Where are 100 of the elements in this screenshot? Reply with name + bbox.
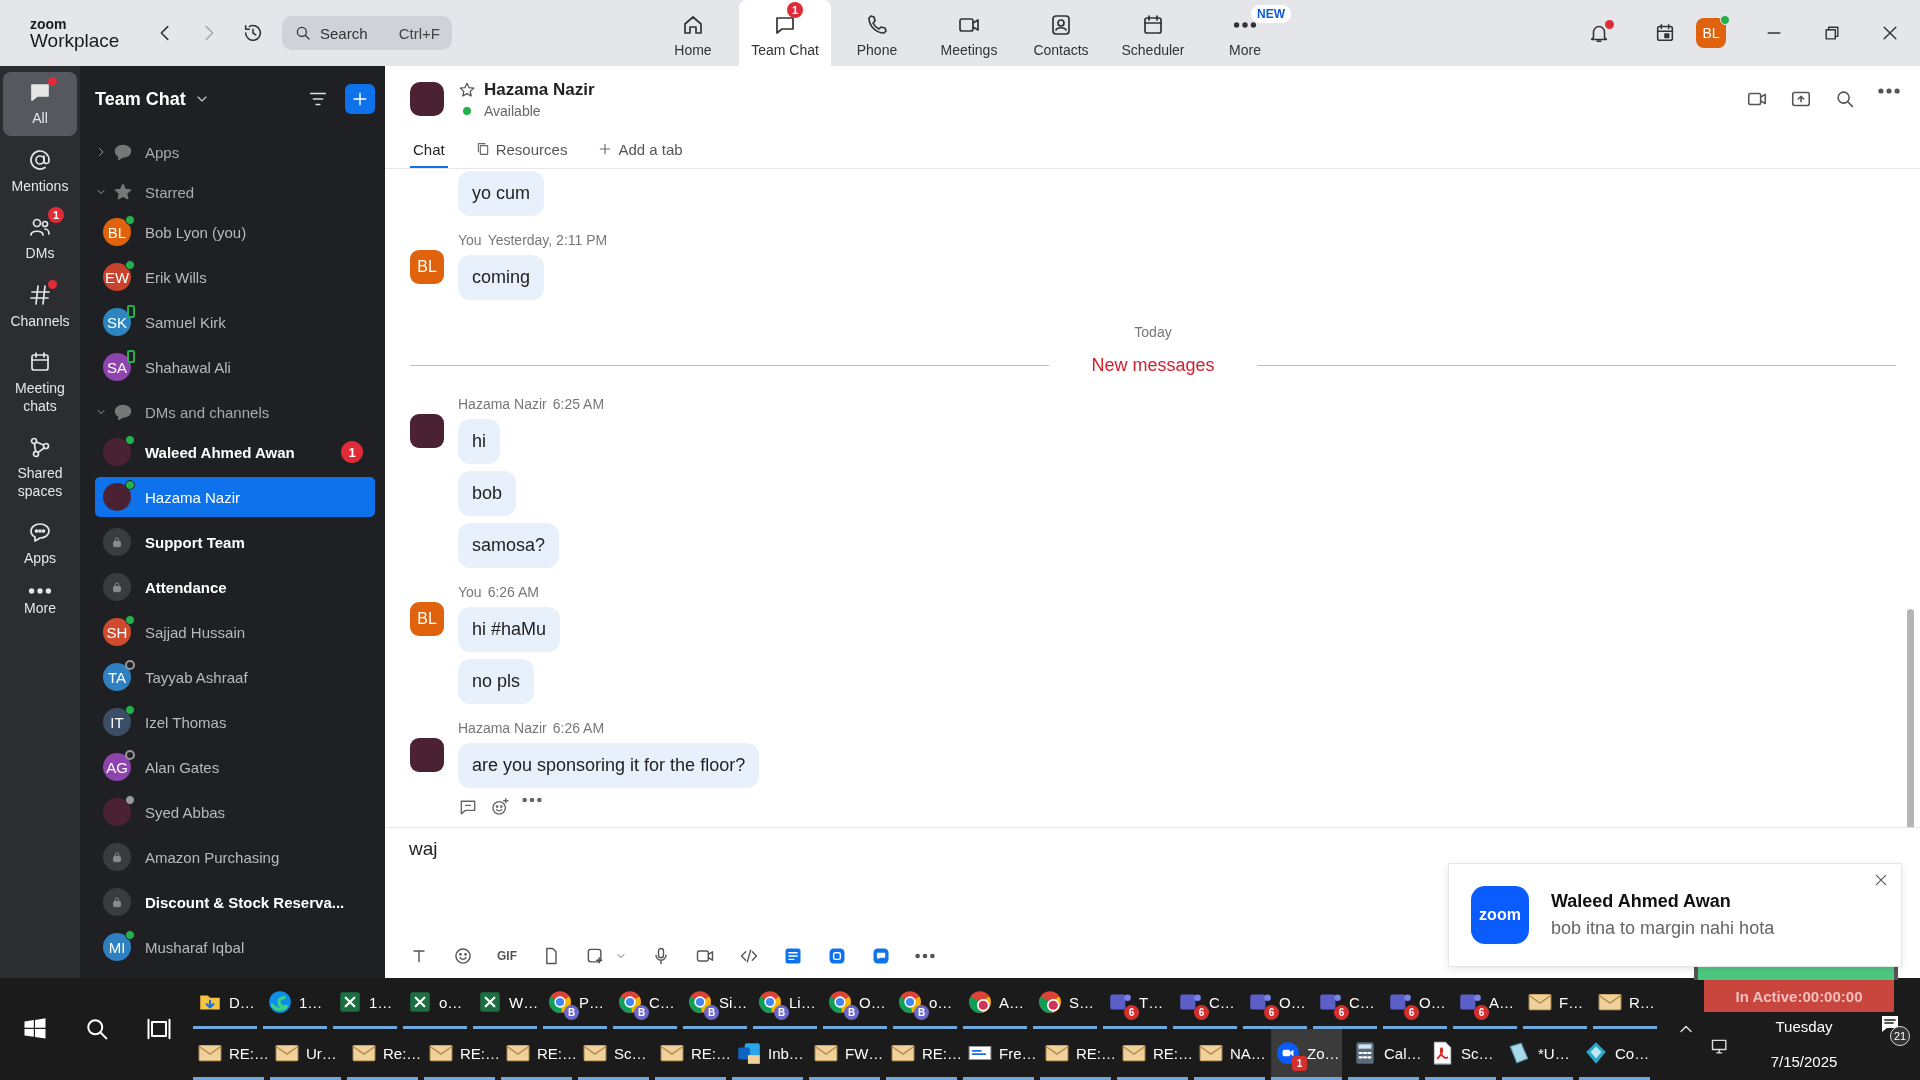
reply-icon[interactable]: [458, 797, 478, 817]
restore-icon[interactable]: [1822, 23, 1842, 43]
taskbar-app[interactable]: Fre…: [963, 1029, 1034, 1080]
search-field[interactable]: Search Ctrl+F: [282, 16, 452, 50]
nav-tab[interactable]: NEW More: [1199, 0, 1291, 66]
code-icon[interactable]: [739, 946, 759, 966]
taskbar-app[interactable]: FW…: [809, 1029, 880, 1080]
message-time: 6:25 AM: [552, 396, 605, 412]
close-icon[interactable]: [1873, 872, 1889, 888]
history-icon[interactable]: [242, 22, 264, 44]
rail-item[interactable]: Mentions: [3, 139, 77, 203]
taskbar-app[interactable]: Inb…: [732, 1029, 803, 1080]
taskbar-app[interactable]: 1…: [333, 978, 397, 1029]
section-header[interactable]: DMs and channels: [95, 392, 375, 432]
conversation-item[interactable]: Discount & Stock Reserva...: [95, 882, 375, 922]
contact-name: Waleed Ahmed Awan: [145, 443, 295, 461]
add-reaction-icon[interactable]: [490, 797, 510, 817]
taskbar-app[interactable]: R…: [1593, 978, 1657, 1029]
taskbar-app[interactable]: F…: [1523, 978, 1587, 1029]
emoji-icon[interactable]: [453, 946, 473, 966]
message-time: 6:26 AM: [552, 720, 605, 736]
search-icon: [294, 24, 312, 42]
taskbar-app[interactable]: 6 T…: [1103, 978, 1167, 1029]
rail-item[interactable]: 1 DMs: [3, 207, 77, 271]
notes-app-icon[interactable]: [783, 946, 803, 966]
taskbar-app[interactable]: o…: [403, 978, 467, 1029]
more-icon[interactable]: [1878, 88, 1900, 94]
nav-tab[interactable]: Scheduler: [1107, 0, 1199, 66]
taskbar-app[interactable]: Cal…: [1348, 1029, 1419, 1080]
star-icon[interactable]: [458, 80, 476, 99]
conversation-item[interactable]: AG Alan Gates: [95, 747, 375, 787]
conversation-item[interactable]: BL Bob Lyon (you): [95, 212, 375, 252]
rail-item[interactable]: More: [3, 579, 77, 625]
conversation-item[interactable]: MI Musharaf Iqbal: [95, 927, 375, 967]
taskbar-app[interactable]: B o…: [893, 978, 957, 1029]
nav-tab[interactable]: Contacts: [1015, 0, 1107, 66]
taskbar-app[interactable]: Re:…: [347, 1029, 418, 1080]
taskbar-app[interactable]: Sc…: [578, 1029, 649, 1080]
chat-app-icon[interactable]: [871, 946, 891, 966]
taskbar-app[interactable]: NA…: [1194, 1029, 1265, 1080]
message-input[interactable]: waj: [403, 828, 815, 870]
nav-tab[interactable]: Meetings: [923, 0, 1015, 66]
taskbar-app[interactable]: B Si…: [683, 978, 747, 1029]
taskbar-app[interactable]: 6 C…: [1173, 978, 1237, 1029]
taskbar-app[interactable]: B C…: [613, 978, 677, 1029]
taskbar-app[interactable]: B O…: [823, 978, 887, 1029]
conversation-item[interactable]: Support Team: [95, 522, 375, 562]
taskbar-app[interactable]: S…: [1033, 978, 1097, 1029]
scrollbar[interactable]: [1907, 609, 1914, 827]
taskbar-app[interactable]: 1…: [263, 978, 327, 1029]
monitor-icon[interactable]: [1710, 1037, 1730, 1057]
star-icon: [113, 182, 133, 202]
rail-item[interactable]: Meeting chats: [3, 342, 77, 423]
rail-item[interactable]: Channels: [3, 274, 77, 338]
rail-item[interactable]: Shared spaces: [3, 427, 77, 508]
nav-tab[interactable]: Home: [647, 0, 739, 66]
search-icon[interactable]: [1834, 88, 1856, 110]
conversation-item[interactable]: IT Izel Thomas: [95, 702, 375, 742]
conversation-item[interactable]: SA Shahawal Ali: [95, 347, 375, 387]
screenshot-icon[interactable]: [585, 946, 605, 966]
chat-tab[interactable]: Resources: [471, 132, 571, 168]
calendar-icon[interactable]: [1654, 22, 1676, 44]
rail-item[interactable]: Apps: [3, 512, 77, 576]
more-icon[interactable]: [522, 797, 542, 803]
team-chat-menu[interactable]: Team Chat: [95, 88, 210, 110]
taskbar-app[interactable]: B Li…: [753, 978, 817, 1029]
conversation-item[interactable]: TA Tayyab Ashraaf: [95, 657, 375, 697]
rail-item[interactable]: All: [3, 72, 77, 136]
nav-tab[interactable]: 1 Team Chat: [739, 0, 831, 66]
taskbar-app[interactable]: A…: [963, 978, 1027, 1029]
more-icon[interactable]: [915, 953, 935, 959]
chat-tab[interactable]: Chat: [410, 132, 448, 168]
taskbar-app[interactable]: Sc…: [1425, 1029, 1496, 1080]
taskbar-app[interactable]: Ur…: [270, 1029, 341, 1080]
taskbar-app[interactable]: 6 A…: [1453, 978, 1517, 1029]
conversation-item[interactable]: SK Samuel Kirk: [95, 302, 375, 342]
taskbar-app[interactable]: B P…: [543, 978, 607, 1029]
chat-tab[interactable]: Add a tab: [594, 132, 686, 168]
conversation-item[interactable]: EW Erik Wills: [95, 257, 375, 297]
conversation-item[interactable]: Waleed Ahmed Awan 1: [95, 432, 375, 472]
conversation-item[interactable]: SH Sajjad Hussain: [95, 612, 375, 652]
nav-tab[interactable]: Phone: [831, 0, 923, 66]
section-header[interactable]: Apps: [95, 132, 375, 172]
taskbar-app[interactable]: Co…: [1579, 1029, 1650, 1080]
taskbar-app[interactable]: 6 O…: [1383, 978, 1447, 1029]
conversation-item[interactable]: Attendance: [95, 567, 375, 607]
taskbar-app[interactable]: 1 Zo…: [1271, 1029, 1342, 1080]
taskbar-app[interactable]: *U…: [1502, 1029, 1573, 1080]
section-header[interactable]: Starred: [95, 172, 375, 212]
whiteboard-app-icon[interactable]: [827, 946, 847, 966]
conversation-item[interactable]: Amazon Purchasing: [95, 837, 375, 877]
conversation-item[interactable]: Hazama Nazir: [95, 477, 375, 517]
conversation-item[interactable]: Syed Abbas: [95, 792, 375, 832]
house-icon: [681, 13, 705, 37]
inactivity-timer: In Active:00:00:00: [1704, 980, 1894, 1012]
gif-button[interactable]: GIF: [497, 949, 517, 963]
taskbar-app[interactable]: D…: [193, 978, 257, 1029]
new-chat-button[interactable]: [345, 84, 375, 114]
taskbar-app[interactable]: W…: [473, 978, 537, 1029]
notification-toast[interactable]: zoom Waleed Ahmed Awan bob itna to margin nahi hota: [1449, 864, 1901, 966]
